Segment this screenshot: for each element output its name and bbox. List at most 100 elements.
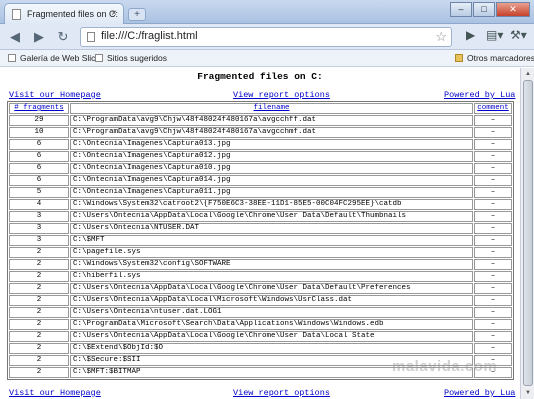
comment-cell: –: [474, 175, 512, 186]
fragmented-files-table: # fragments filename comment 29 C:\Progra…: [7, 101, 514, 380]
fragment-count: 2: [9, 355, 69, 366]
folder-icon: [455, 54, 463, 62]
table-row: 2 C:\Users\Ontecnia\AppData\Local\Microso…: [9, 295, 512, 306]
scroll-down-icon[interactable]: ▼: [523, 388, 533, 398]
browser-tab[interactable]: Fragmented files on C: ×: [4, 3, 124, 25]
comment-cell: –: [474, 199, 512, 210]
filename-cell: C:\Users\Ontecnia\NTUSER.DAT: [70, 223, 473, 234]
watermark: malavida.com: [392, 358, 498, 375]
comment-cell: –: [474, 139, 512, 150]
address-bar[interactable]: file:///C:/fraglist.html ☆: [80, 27, 452, 47]
file-page-icon: [87, 32, 95, 42]
powered-by-link[interactable]: Powered by Lua: [444, 90, 515, 100]
table-row: 5 C:\Ontecnia\Imagenes\Captura011.jpg –: [9, 187, 512, 198]
filename-cell: C:\Ontecnia\Imagenes\Captura010.jpg: [70, 163, 473, 174]
comment-cell: –: [474, 319, 512, 330]
table-row: 2 C:\Users\Ontecnia\AppData\Local\Google\…: [9, 331, 512, 342]
comment-cell: –: [474, 343, 512, 354]
filename-cell: C:\pagefile.sys: [70, 247, 473, 258]
filename-cell: C:\Users\Ontecnia\AppData\Local\Google\C…: [70, 283, 473, 294]
table-row: 10 C:\ProgramData\avg9\Chjw\48f48024f4801…: [9, 127, 512, 138]
comment-cell: –: [474, 187, 512, 198]
forward-arrow-icon[interactable]: ▶: [30, 28, 48, 46]
fragment-count: 2: [9, 319, 69, 330]
homepage-link[interactable]: Visit our Homepage: [9, 90, 101, 100]
new-tab-button[interactable]: +: [128, 8, 146, 21]
table-row: 6 C:\Ontecnia\Imagenes\Captura014.jpg –: [9, 175, 512, 186]
filename-cell: C:\Ontecnia\Imagenes\Captura014.jpg: [70, 175, 473, 186]
scrollbar-thumb[interactable]: [523, 80, 533, 386]
page-viewport: Fragmented files on C: Visit our Homepag…: [0, 68, 520, 399]
filename-cell: C:\Users\Ontecnia\ntuser.dat.LOG1: [70, 307, 473, 318]
other-bookmarks-label: Otros marcadores: [467, 53, 534, 63]
table-row: 2 C:\hiberfil.sys –: [9, 271, 512, 282]
table-row: 2 C:\pagefile.sys –: [9, 247, 512, 258]
comment-cell: –: [474, 115, 512, 126]
page-menu-icon[interactable]: ▤▾: [486, 28, 503, 42]
table-row: 6 C:\Ontecnia\Imagenes\Captura012.jpg –: [9, 151, 512, 162]
comment-cell: –: [474, 295, 512, 306]
table-row: 3 C:\$MFT –: [9, 235, 512, 246]
fragment-count: 6: [9, 175, 69, 186]
wrench-icon[interactable]: ⚒▾: [510, 28, 527, 42]
fragment-count: 4: [9, 199, 69, 210]
report-options-link[interactable]: View report options: [233, 90, 330, 100]
close-window-button[interactable]: ✕: [496, 2, 530, 17]
filename-cell: C:\Ontecnia\Imagenes\Captura011.jpg: [70, 187, 473, 198]
filename-cell: C:\Users\Ontecnia\AppData\Local\Google\C…: [70, 211, 473, 222]
play-icon[interactable]: ▶: [466, 28, 475, 42]
bookmark-label: Sitios sugeridos: [107, 53, 168, 63]
filename-cell: C:\ProgramData\avg9\Chjw\48f48024f480167…: [70, 115, 473, 126]
table-row: 6 C:\Ontecnia\Imagenes\Captura010.jpg –: [9, 163, 512, 174]
fragment-count: 29: [9, 115, 69, 126]
comment-cell: –: [474, 331, 512, 342]
table-row: 4 C:\Windows\System32\catroot2\{F750E6C3-…: [9, 199, 512, 210]
fragments-header[interactable]: # fragments: [9, 103, 69, 114]
page-icon: [12, 9, 21, 20]
fragment-count: 6: [9, 163, 69, 174]
report-options-link-bottom[interactable]: View report options: [233, 388, 330, 398]
browser-toolbar: ◀ ▶ ↻ file:///C:/fraglist.html ☆ ▶ ▤▾ ⚒▾: [0, 24, 534, 50]
bookmark-label: Galería de Web Slice: [20, 53, 101, 63]
filename-cell: C:\Users\Ontecnia\AppData\Local\Microsof…: [70, 295, 473, 306]
filename-cell: C:\$MFT: [70, 235, 473, 246]
comment-cell: –: [474, 127, 512, 138]
powered-by-link-bottom[interactable]: Powered by Lua: [444, 388, 515, 398]
comment-cell: –: [474, 283, 512, 294]
filename-header[interactable]: filename: [70, 103, 473, 114]
reload-icon[interactable]: ↻: [54, 28, 72, 46]
fragment-count: 6: [9, 151, 69, 162]
fragment-count: 2: [9, 331, 69, 342]
back-arrow-icon[interactable]: ◀: [6, 28, 24, 46]
scroll-up-icon[interactable]: ▲: [523, 69, 533, 79]
fragment-count: 3: [9, 235, 69, 246]
fragment-count: 2: [9, 307, 69, 318]
title-bar: Fragmented files on C: × + – □ ✕: [0, 0, 534, 25]
filename-cell: C:\Windows\System32\catroot2\{F750E6C3-3…: [70, 199, 473, 210]
bookmark-web-slice[interactable]: Galería de Web Slice: [8, 53, 100, 63]
page-icon: [8, 54, 16, 62]
homepage-link-bottom[interactable]: Visit our Homepage: [9, 388, 101, 398]
filename-cell: C:\ProgramData\Microsoft\Search\Data\App…: [70, 319, 473, 330]
tab-close-icon[interactable]: ×: [111, 8, 117, 19]
other-bookmarks[interactable]: Otros marcadores: [455, 53, 534, 63]
fragment-count: 2: [9, 343, 69, 354]
fragment-count: 2: [9, 247, 69, 258]
comment-header[interactable]: comment: [474, 103, 512, 114]
fragment-count: 2: [9, 295, 69, 306]
fragment-count: 2: [9, 367, 69, 378]
maximize-button[interactable]: □: [473, 2, 495, 17]
fragment-count: 10: [9, 127, 69, 138]
comment-sort-link[interactable]: comment: [477, 104, 509, 112]
comment-cell: –: [474, 307, 512, 318]
table-row: 3 C:\Users\Ontecnia\NTUSER.DAT –: [9, 223, 512, 234]
vertical-scrollbar[interactable]: ▲ ▼: [520, 68, 534, 399]
bookmark-star-icon[interactable]: ☆: [435, 29, 447, 45]
bookmark-suggested-sites[interactable]: Sitios sugeridos: [95, 53, 167, 63]
fragment-count: 3: [9, 211, 69, 222]
fragments-sort-link[interactable]: # fragments: [14, 104, 64, 112]
filename-cell: C:\hiberfil.sys: [70, 271, 473, 282]
comment-cell: –: [474, 259, 512, 270]
filename-sort-link[interactable]: filename: [253, 104, 289, 112]
minimize-button[interactable]: –: [450, 2, 472, 17]
